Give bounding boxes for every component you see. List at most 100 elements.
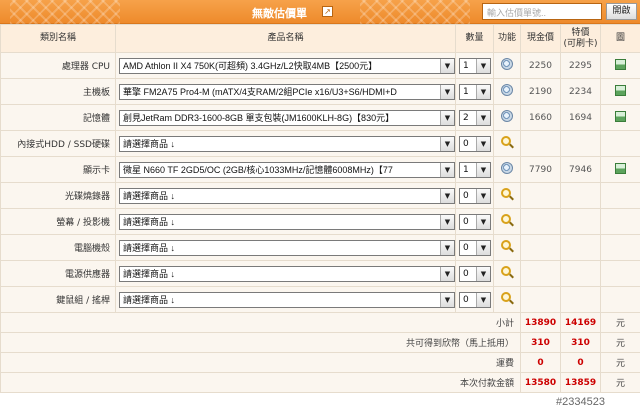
magnifier-icon[interactable] <box>500 135 514 149</box>
summary-unit: 元 <box>600 312 640 333</box>
cash-price: 2190 <box>520 78 561 105</box>
summary-unit: 元 <box>600 332 640 353</box>
quantity-value: 1 <box>463 86 469 97</box>
chevron-down-icon[interactable]: ▼ <box>476 58 490 73</box>
quantity-select[interactable]: 2 ▼ <box>459 109 491 126</box>
chevron-down-icon[interactable]: ▼ <box>476 292 490 307</box>
quantity-select[interactable]: 0 ▼ <box>459 265 491 282</box>
product-select[interactable]: 請選擇商品 ↓ ▼ <box>119 213 455 230</box>
product-select[interactable]: 請選擇商品 ↓ ▼ <box>119 265 455 282</box>
table-row: 螢幕 / 投影機 請選擇商品 ↓ ▼ 0 ▼ <box>0 208 640 235</box>
product-select[interactable]: 請選擇商品 ↓ ▼ <box>119 135 455 152</box>
product-select-value: 請選擇商品 ↓ <box>123 269 176 279</box>
quantity-select[interactable]: 0 ▼ <box>459 213 491 230</box>
category-label: 螢幕 / 投影機 <box>0 208 116 235</box>
table-row: 主機板 華擎 FM2A75 Pro4-M (mATX/4支RAM/2組PCIe x… <box>0 78 640 105</box>
picture-icon[interactable] <box>615 162 626 174</box>
chevron-down-icon[interactable]: ▼ <box>476 188 490 203</box>
title-bar-pattern-right <box>360 0 470 24</box>
quote-number-input[interactable]: 輸入估價單號.. <box>482 3 602 20</box>
picture-icon[interactable] <box>615 84 626 96</box>
summary-label: 本次付款金額 <box>0 372 521 393</box>
category-label: 光碟燒錄器 <box>0 182 116 209</box>
chevron-down-icon[interactable]: ▼ <box>440 162 454 177</box>
quantity-select[interactable]: 0 ▼ <box>459 239 491 256</box>
summary-row: 小計 13890 14169 元 <box>0 312 640 333</box>
cash-price <box>520 208 561 235</box>
product-select[interactable]: AMD Athlon II X4 750K(可超頻) 3.4GHz/L2快取4M… <box>119 57 455 74</box>
special-price <box>560 286 601 313</box>
table-row: 處理器 CPU AMD Athlon II X4 750K(可超頻) 3.4GHz… <box>0 52 640 79</box>
chevron-down-icon[interactable]: ▼ <box>440 188 454 203</box>
table-row: 內接式HDD / SSD硬碟 請選擇商品 ↓ ▼ 0 ▼ <box>0 130 640 157</box>
chevron-down-icon[interactable]: ▼ <box>440 136 454 151</box>
table-row: 顯示卡 微星 N660 TF 2GD5/OC (2GB/核心1033MHz/記憶體… <box>0 156 640 183</box>
special-price: 2234 <box>560 78 601 105</box>
magnifier-icon[interactable] <box>500 187 514 201</box>
chevron-down-icon[interactable]: ▼ <box>440 58 454 73</box>
gear-icon[interactable] <box>501 58 513 70</box>
header-pic: 圖 <box>600 24 640 53</box>
open-button[interactable]: 開啟 <box>606 3 637 20</box>
quantity-select[interactable]: 1 ▼ <box>459 83 491 100</box>
quantity-value: 2 <box>463 112 469 123</box>
quantity-select[interactable]: 1 ▼ <box>459 161 491 178</box>
header-category: 類別名稱 <box>0 24 116 53</box>
title-bar-pattern-left <box>10 0 120 24</box>
table-row: 記憶體 創見JetRam DDR3-1600-8GB 單支包裝(JM1600KLH… <box>0 104 640 131</box>
chevron-down-icon[interactable]: ▼ <box>476 110 490 125</box>
chevron-down-icon[interactable]: ▼ <box>476 240 490 255</box>
product-select-value: 請選擇商品 ↓ <box>123 191 176 201</box>
category-label: 電源供應器 <box>0 260 116 287</box>
quote-table: 類別名稱 產品名稱 數量 功能 現金價 特價 (可刷卡) 圖 處理器 CPU AM… <box>0 24 640 393</box>
gear-icon[interactable] <box>501 162 513 174</box>
chevron-down-icon[interactable]: ▼ <box>476 136 490 151</box>
magnifier-icon[interactable] <box>500 291 514 305</box>
quantity-select[interactable]: 0 ▼ <box>459 187 491 204</box>
magnifier-icon[interactable] <box>500 239 514 253</box>
summary-cash: 13580 <box>520 372 561 393</box>
chevron-down-icon[interactable]: ▼ <box>476 266 490 281</box>
product-select[interactable]: 請選擇商品 ↓ ▼ <box>119 187 455 204</box>
cash-price <box>520 130 561 157</box>
product-select[interactable]: 華擎 FM2A75 Pro4-M (mATX/4支RAM/2組PCIe x16/… <box>119 83 455 100</box>
chevron-down-icon[interactable]: ▼ <box>440 110 454 125</box>
magnifier-icon[interactable] <box>500 213 514 227</box>
cash-price <box>520 182 561 209</box>
chevron-down-icon[interactable]: ▼ <box>440 292 454 307</box>
chevron-down-icon[interactable]: ▼ <box>440 240 454 255</box>
category-label: 內接式HDD / SSD硬碟 <box>0 130 116 157</box>
header-product: 產品名稱 <box>115 24 456 53</box>
picture-icon[interactable] <box>615 110 626 122</box>
quantity-select[interactable]: 1 ▼ <box>459 57 491 74</box>
product-select[interactable]: 微星 N660 TF 2GD5/OC (2GB/核心1033MHz/記憶體600… <box>119 161 455 178</box>
product-select-value: 華擎 FM2A75 Pro4-M (mATX/4支RAM/2組PCIe x16/… <box>123 87 397 97</box>
special-price <box>560 208 601 235</box>
summary-row: 運費 0 0 元 <box>0 352 640 373</box>
header-qty: 數量 <box>455 24 494 53</box>
gear-icon[interactable] <box>501 110 513 122</box>
watermark: #2334523 <box>556 396 605 408</box>
cash-price: 1660 <box>520 104 561 131</box>
chevron-down-icon[interactable]: ▼ <box>476 214 490 229</box>
product-select-value: 請選擇商品 ↓ <box>123 139 176 149</box>
quantity-value: 0 <box>463 138 469 149</box>
chevron-down-icon[interactable]: ▼ <box>476 162 490 177</box>
magnifier-icon[interactable] <box>500 265 514 279</box>
picture-icon[interactable] <box>615 58 626 70</box>
chevron-down-icon[interactable]: ▼ <box>476 84 490 99</box>
quantity-select[interactable]: 0 ▼ <box>459 135 491 152</box>
chevron-down-icon[interactable]: ▼ <box>440 214 454 229</box>
quantity-select[interactable]: 0 ▼ <box>459 291 491 308</box>
special-price <box>560 260 601 287</box>
product-select[interactable]: 請選擇商品 ↓ ▼ <box>119 239 455 256</box>
popup-icon[interactable]: ↗ <box>322 6 333 17</box>
gear-icon[interactable] <box>501 84 513 96</box>
cash-price <box>520 260 561 287</box>
chevron-down-icon[interactable]: ▼ <box>440 84 454 99</box>
product-select[interactable]: 創見JetRam DDR3-1600-8GB 單支包裝(JM1600KLH-8G… <box>119 109 455 126</box>
product-select-value: AMD Athlon II X4 750K(可超頻) 3.4GHz/L2快取4M… <box>123 61 378 71</box>
chevron-down-icon[interactable]: ▼ <box>440 266 454 281</box>
product-select[interactable]: 請選擇商品 ↓ ▼ <box>119 291 455 308</box>
title-bar: 無敵估價單 ↗ 輸入估價單號.. 開啟 <box>0 0 640 24</box>
